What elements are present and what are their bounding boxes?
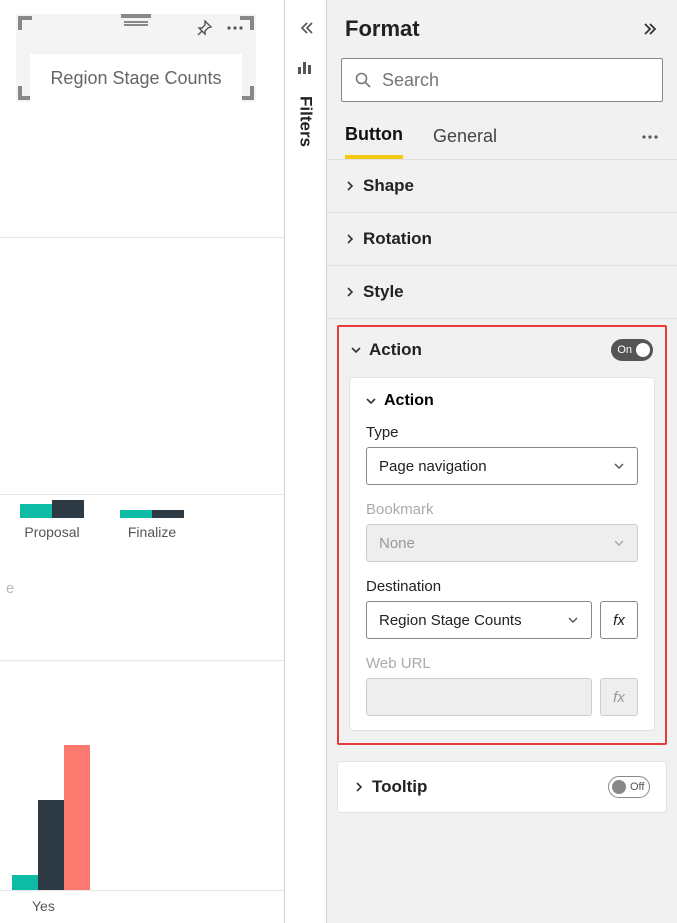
search-icon <box>354 71 372 89</box>
axis-label-fragment: e <box>6 580 14 597</box>
bar-group: Finalize <box>120 510 184 540</box>
weburl-fx-button: fx <box>600 678 638 716</box>
tooltip-toggle[interactable]: Off <box>608 776 650 798</box>
expand-right-icon[interactable] <box>643 21 659 37</box>
toggle-dot <box>636 343 650 357</box>
format-tabs: Button General <box>327 110 677 160</box>
chevron-down-icon <box>613 537 625 549</box>
section-tooltip[interactable]: Tooltip Off <box>337 761 667 813</box>
bar <box>38 800 64 890</box>
chevron-down-icon <box>366 396 376 406</box>
section-shape[interactable]: Shape <box>327 160 677 213</box>
dropdown-value: None <box>379 535 415 552</box>
pin-icon[interactable] <box>196 20 212 36</box>
bar-group: Proposal <box>20 500 84 540</box>
section-label: Rotation <box>363 229 432 249</box>
report-canvas: Region Stage Counts Proposal Finalize e <box>0 0 285 923</box>
action-toggle[interactable]: On <box>611 339 653 361</box>
chevron-right-icon <box>354 782 364 792</box>
bar-category-label: Yes <box>32 898 284 914</box>
tab-general[interactable]: General <box>433 126 497 157</box>
bar <box>152 510 184 518</box>
section-label: Action <box>369 340 422 360</box>
drag-handle-icon[interactable] <box>124 20 148 28</box>
weburl-label: Web URL <box>366 655 638 672</box>
card-header[interactable]: Action <box>366 392 638 410</box>
filters-panel-collapsed: Filters <box>285 0 327 923</box>
section-rotation[interactable]: Rotation <box>327 213 677 266</box>
bar <box>64 745 90 890</box>
chevron-down-icon <box>351 345 361 355</box>
tab-more-icon[interactable] <box>641 129 659 155</box>
toggle-label: Off <box>630 781 644 793</box>
section-label: Shape <box>363 176 414 196</box>
chart-divider <box>0 660 284 661</box>
toggle-label: On <box>617 344 632 356</box>
chevron-right-icon <box>345 234 355 244</box>
destination-fx-button[interactable]: fx <box>600 601 638 639</box>
format-title: Format <box>345 16 420 42</box>
bar <box>12 875 38 890</box>
type-dropdown[interactable]: Page navigation <box>366 447 638 485</box>
chevron-down-icon <box>567 614 579 626</box>
chart-divider <box>0 237 284 238</box>
bar-category-label: Proposal <box>24 524 79 540</box>
dropdown-value: Region Stage Counts <box>379 612 522 629</box>
resize-handle-tl[interactable] <box>18 16 32 30</box>
bookmark-label: Bookmark <box>366 501 638 518</box>
destination-dropdown[interactable]: Region Stage Counts <box>366 601 592 639</box>
visualizations-icon[interactable] <box>298 58 314 74</box>
action-card: Action Type Page navigation Bookmark Non… <box>349 377 655 731</box>
tab-button[interactable]: Button <box>345 124 403 159</box>
bar-chart-2 <box>0 700 284 900</box>
bar-chart-1: Proposal Finalize <box>0 460 284 540</box>
bar <box>120 510 152 518</box>
weburl-input <box>366 678 592 716</box>
toggle-dot <box>612 780 626 794</box>
format-header: Format <box>327 0 677 58</box>
collapse-left-icon[interactable] <box>298 20 314 36</box>
filters-label[interactable]: Filters <box>296 96 316 147</box>
dropdown-value: Page navigation <box>379 458 487 475</box>
section-label: Tooltip <box>372 777 427 797</box>
bar <box>20 504 52 518</box>
bar <box>52 500 84 518</box>
visual-header-bar <box>16 14 256 42</box>
destination-label: Destination <box>366 578 638 595</box>
bookmark-dropdown: None <box>366 524 638 562</box>
chevron-down-icon <box>613 460 625 472</box>
nav-button[interactable]: Region Stage Counts <box>30 54 242 102</box>
format-panel: Format Button General Shape Rotation Sty… <box>327 0 677 923</box>
search-input-wrapper[interactable] <box>341 58 663 102</box>
chevron-right-icon <box>345 287 355 297</box>
resize-handle-top[interactable] <box>121 14 151 18</box>
search-input[interactable] <box>382 70 650 91</box>
chevron-right-icon <box>345 181 355 191</box>
nav-button-label: Region Stage Counts <box>50 68 221 89</box>
resize-handle-tr[interactable] <box>240 16 254 30</box>
type-label: Type <box>366 424 638 441</box>
section-action[interactable]: Action On <box>339 327 665 373</box>
chart-axis-line <box>0 890 284 891</box>
action-section-highlighted: Action On Action Type Page navigation Bo… <box>337 325 667 745</box>
selected-button-visual[interactable]: Region Stage Counts <box>16 14 256 102</box>
section-label: Style <box>363 282 404 302</box>
bar-category-label: Finalize <box>128 524 176 540</box>
section-style[interactable]: Style <box>327 266 677 319</box>
resize-handle-br[interactable] <box>240 86 254 100</box>
card-title: Action <box>384 392 434 410</box>
